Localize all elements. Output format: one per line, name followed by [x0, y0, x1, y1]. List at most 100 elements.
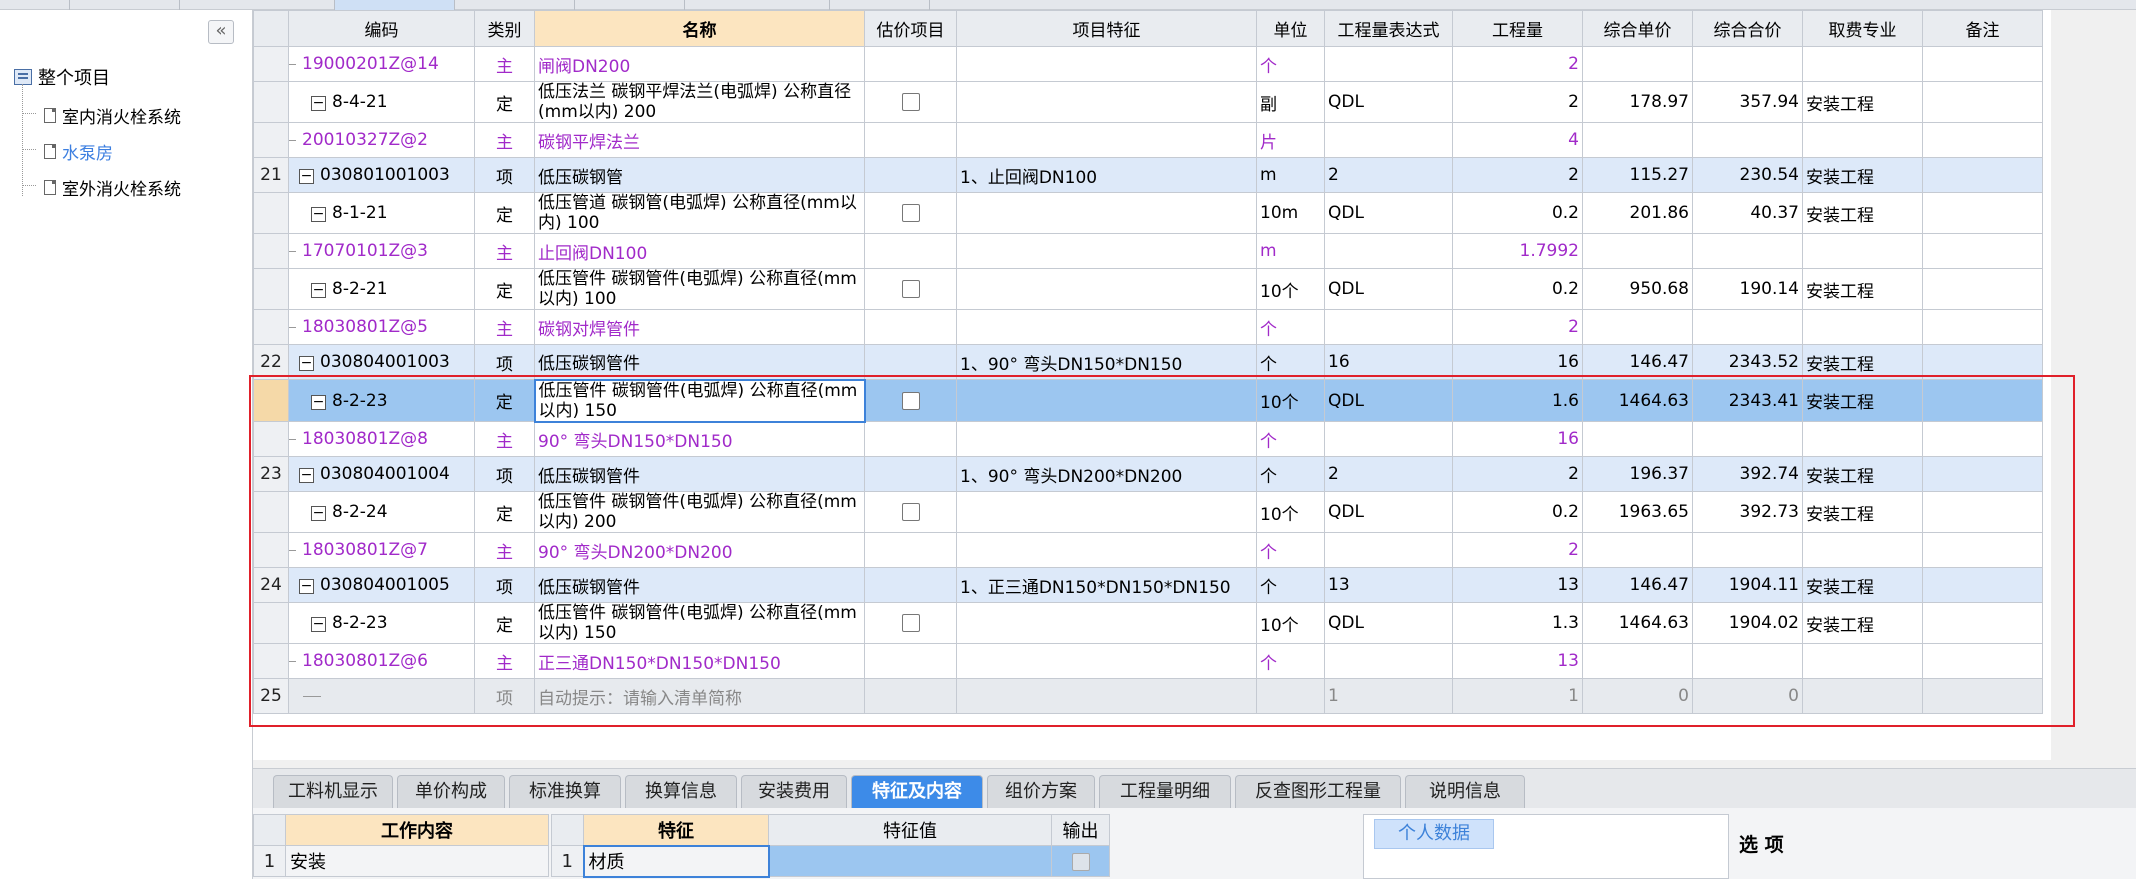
- estimate-cell[interactable]: [864, 268, 957, 310]
- qty-cell[interactable]: 2: [1452, 309, 1583, 345]
- tab-1[interactable]: 工料机显示: [273, 775, 393, 809]
- estimate-cell[interactable]: [864, 491, 957, 533]
- expr-cell[interactable]: [1324, 643, 1453, 679]
- price-cell[interactable]: [1582, 122, 1693, 158]
- cat-cell[interactable]: 定: [474, 268, 535, 310]
- price-cell[interactable]: 1464.63: [1582, 602, 1693, 644]
- feature-cell[interactable]: 1、90° 弯头DN200*DN200: [956, 456, 1257, 492]
- cat-cell[interactable]: 主: [474, 233, 535, 269]
- name-cell[interactable]: 闸阀DN200: [534, 46, 865, 82]
- estimate-cell[interactable]: [864, 81, 957, 123]
- cat-cell[interactable]: 项: [474, 678, 535, 714]
- code-cell[interactable]: −030804001005: [288, 567, 475, 603]
- table-row[interactable]: 25 项自动提示：请输入清单简称 1 1 0 0: [253, 678, 2043, 714]
- note-cell[interactable]: [1922, 233, 2043, 269]
- estimate-cell[interactable]: [864, 46, 957, 82]
- cat-cell[interactable]: 主: [474, 309, 535, 345]
- table-row[interactable]: 20010327Z@2 主碳钢平焊法兰 片 4: [253, 122, 2043, 158]
- expr-cell[interactable]: 2: [1324, 456, 1453, 492]
- feature-cell[interactable]: 材质: [582, 844, 770, 878]
- estimate-cell[interactable]: [864, 309, 957, 345]
- collapse-panel-button[interactable]: «: [208, 20, 234, 44]
- table-row[interactable]: −8-2-24 定低压管件 碳钢管件(电弧焊) 公称直径(mm以内) 200 10个…: [253, 491, 2043, 533]
- feature-cell[interactable]: [956, 122, 1257, 158]
- name-cell[interactable]: 低压管件 碳钢管件(电弧焊) 公称直径(mm以内) 150: [533, 378, 866, 423]
- note-cell[interactable]: [1922, 122, 2043, 158]
- price-cell[interactable]: [1582, 421, 1693, 457]
- price-cell[interactable]: [1582, 233, 1693, 269]
- estimate-cell[interactable]: [864, 456, 957, 492]
- code-cell[interactable]: −8-2-21: [288, 268, 475, 310]
- note-cell[interactable]: [1922, 421, 2043, 457]
- feature-header[interactable]: 特征: [583, 814, 769, 846]
- name-cell[interactable]: 低压碳钢管: [534, 157, 865, 193]
- price-cell[interactable]: 1464.63: [1582, 379, 1693, 422]
- output-cell[interactable]: [1051, 845, 1110, 877]
- note-cell[interactable]: [1922, 602, 2043, 644]
- collapse-toggle-icon[interactable]: −: [311, 207, 326, 222]
- expr-cell[interactable]: [1324, 309, 1453, 345]
- collapse-toggle-icon[interactable]: −: [311, 394, 326, 410]
- table-row[interactable]: −8-4-21 定低压法兰 碳钢平焊法兰(电弧焊) 公称直径(mm以内) 200 副…: [253, 81, 2043, 123]
- expr-cell[interactable]: QDL: [1324, 602, 1453, 644]
- code-cell[interactable]: 18030801Z@7: [288, 532, 475, 568]
- header-major[interactable]: 取费专业: [1802, 10, 1923, 47]
- cat-cell[interactable]: 定: [474, 192, 535, 234]
- price-cell[interactable]: 178.97: [1582, 81, 1693, 123]
- cat-cell[interactable]: 项: [474, 567, 535, 603]
- feature-cell[interactable]: [956, 643, 1257, 679]
- total-cell[interactable]: [1692, 233, 1803, 269]
- qty-cell[interactable]: 2: [1452, 532, 1583, 568]
- note-cell[interactable]: [1922, 192, 2043, 234]
- code-cell[interactable]: −030801001003: [288, 157, 475, 193]
- note-cell[interactable]: [1922, 678, 2043, 714]
- collapse-toggle-icon[interactable]: −: [311, 617, 326, 632]
- table-row[interactable]: 17070101Z@3 主止回阀DN100 m 1.7992: [253, 233, 2043, 269]
- cat-cell[interactable]: 主: [474, 122, 535, 158]
- qty-cell[interactable]: 2: [1452, 157, 1583, 193]
- qty-cell[interactable]: 0.2: [1452, 491, 1583, 533]
- code-cell[interactable]: 19000201Z@14: [288, 46, 475, 82]
- feature-cell[interactable]: [956, 421, 1257, 457]
- total-cell[interactable]: 2343.52: [1692, 344, 1803, 380]
- feature-row[interactable]: 1 材质: [551, 844, 1110, 878]
- feature-cell[interactable]: 1、90° 弯头DN150*DN150: [956, 344, 1257, 380]
- collapse-toggle-icon[interactable]: −: [299, 169, 314, 184]
- cat-cell[interactable]: 定: [474, 491, 535, 533]
- table-row[interactable]: 24−030804001005 项低压碳钢管件 1、正三通DN150*DN150*D…: [253, 567, 2043, 603]
- estimate-cell[interactable]: [864, 157, 957, 193]
- name-cell[interactable]: 正三通DN150*DN150*DN150: [534, 643, 865, 679]
- unit-cell[interactable]: 个: [1256, 46, 1325, 82]
- expr-cell[interactable]: [1324, 46, 1453, 82]
- qty-cell[interactable]: 16: [1452, 344, 1583, 380]
- note-cell[interactable]: [1922, 81, 2043, 123]
- code-cell[interactable]: −8-2-23: [288, 379, 475, 422]
- table-row[interactable]: 18030801Z@8 主 90° 弯头DN150*DN150 个 16: [253, 421, 2043, 457]
- expr-cell[interactable]: 16: [1324, 344, 1453, 380]
- total-cell[interactable]: [1692, 46, 1803, 82]
- note-cell[interactable]: [1922, 309, 2043, 345]
- cat-cell[interactable]: 项: [474, 456, 535, 492]
- tab-7[interactable]: 组价方案: [987, 775, 1095, 809]
- collapse-toggle-icon[interactable]: −: [299, 579, 314, 594]
- total-cell[interactable]: 1904.02: [1692, 602, 1803, 644]
- feature-cell[interactable]: [956, 678, 1257, 714]
- total-cell[interactable]: 357.94: [1692, 81, 1803, 123]
- code-cell[interactable]: 18030801Z@5: [288, 309, 475, 345]
- personal-data-button[interactable]: 个人数据: [1374, 819, 1494, 849]
- name-cell[interactable]: 低压管件 碳钢管件(电弧焊) 公称直径(mm以内) 150: [534, 602, 865, 644]
- table-row[interactable]: 23−030804001004 项低压碳钢管件 1、90° 弯头DN200*DN20…: [253, 456, 2043, 492]
- note-cell[interactable]: [1922, 157, 2043, 193]
- qty-cell[interactable]: 1.3: [1452, 602, 1583, 644]
- header-name[interactable]: 名称: [534, 10, 865, 47]
- price-cell[interactable]: 146.47: [1582, 567, 1693, 603]
- estimate-checkbox[interactable]: [901, 614, 920, 632]
- cat-cell[interactable]: 项: [474, 157, 535, 193]
- price-cell[interactable]: 201.86: [1582, 192, 1693, 234]
- unit-cell[interactable]: 片: [1256, 122, 1325, 158]
- expr-cell[interactable]: [1324, 421, 1453, 457]
- tab-4[interactable]: 换算信息: [625, 775, 737, 809]
- name-cell[interactable]: 低压碳钢管件: [534, 567, 865, 603]
- code-cell[interactable]: [288, 678, 475, 714]
- major-cell[interactable]: 安装工程: [1802, 268, 1923, 310]
